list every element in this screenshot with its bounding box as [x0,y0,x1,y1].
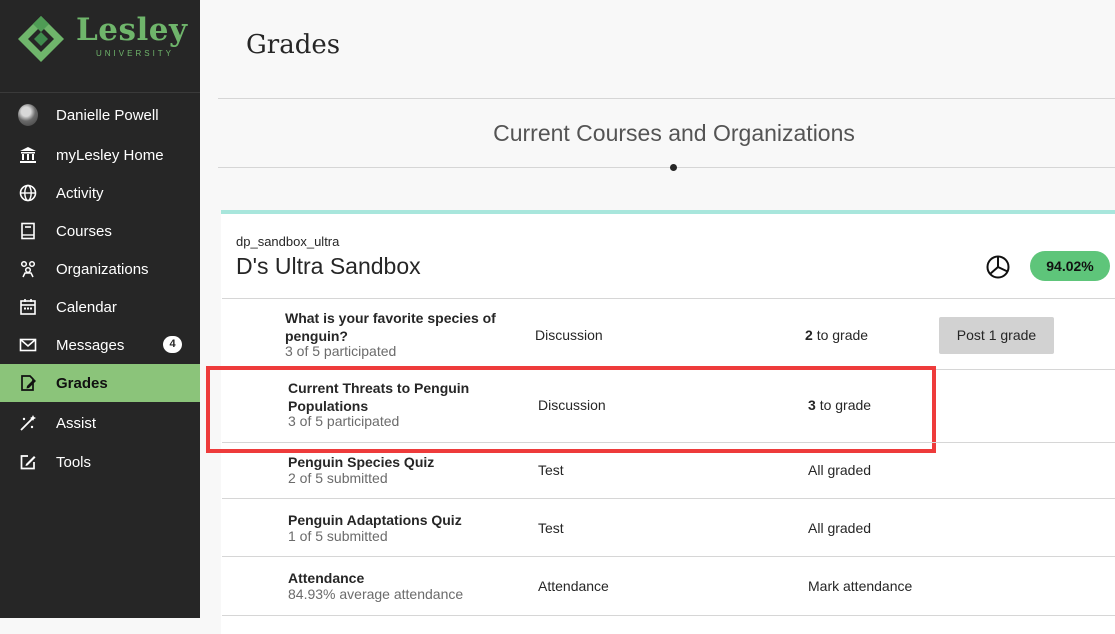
lesley-logo[interactable]: Lesley UNIVERSITY [16,12,196,70]
sidebar: Lesley UNIVERSITY Danielle Powell myLesl… [0,0,200,618]
institution-icon [18,145,38,165]
sidebar-item-assist[interactable]: Assist [0,404,200,442]
section-title: Current Courses and Organizations [493,120,855,146]
sidebar-item-label: Messages [56,336,125,354]
post-grade-button[interactable]: Post 1 grade [939,317,1054,354]
grade-item-status: 2 to grade [805,327,869,343]
sidebar-item-tools[interactable]: Tools [0,443,200,481]
sidebar-item-activity[interactable]: Activity [0,174,200,212]
assist-icon [18,413,38,433]
course-id: dp_sandbox_ultra [236,234,340,249]
grades-icon [18,373,38,393]
grade-item-progress: 2 of 5 submitted [288,470,388,486]
grade-item-title[interactable]: Penguin Adaptations Quiz [288,511,462,529]
tools-icon [18,452,38,472]
sidebar-item-mylesley-home[interactable]: myLesley Home [0,136,200,174]
globe-icon [18,183,38,203]
grade-item-title[interactable]: Attendance [288,569,364,587]
avatar [18,104,38,126]
sidebar-item-label: Organizations [56,260,149,278]
envelope-icon [18,335,38,355]
sidebar-item-label: Grades [56,374,108,392]
section-divider [218,167,1115,168]
grade-item-type: Attendance [538,578,609,594]
page-indicator-dot[interactable] [670,164,677,171]
row-divider [222,556,1115,557]
sidebar-item-messages[interactable]: Messages 4 [0,326,200,364]
overall-grade-badge[interactable]: 94.02% [1030,251,1110,281]
logo-subtitle: UNIVERSITY [96,49,175,58]
header-divider [218,98,1115,99]
sidebar-item-profile[interactable]: Danielle Powell [0,96,200,134]
sidebar-item-organizations[interactable]: Organizations [0,250,200,288]
grade-item-type: Test [538,520,564,536]
row-divider [222,298,1115,299]
courses-icon [18,221,38,241]
page-title: Grades [246,30,341,60]
grade-item-status: All graded [808,520,872,536]
sidebar-item-label: Courses [56,222,112,240]
organizations-icon [18,259,38,279]
sidebar-item-label: Calendar [56,298,117,316]
lesley-logo-mark-icon [18,16,64,62]
messages-count-badge: 4 [163,336,182,353]
sidebar-divider [0,92,200,93]
grade-item-progress: 1 of 5 submitted [288,528,388,544]
sidebar-item-courses[interactable]: Courses [0,212,200,250]
calendar-icon [18,297,38,317]
row-divider [222,615,1115,616]
sidebar-item-label: myLesley Home [56,146,164,164]
grade-item-progress: 3 of 5 participated [285,343,397,359]
highlight-box [206,366,936,453]
grade-item-title[interactable]: What is your favorite species of penguin… [285,309,515,345]
logo-name: Lesley [76,12,188,48]
row-divider [222,498,1115,499]
grade-pie-chart-icon[interactable] [985,254,1011,280]
sidebar-item-calendar[interactable]: Calendar [0,288,200,326]
grade-item-progress: 84.93% average attendance [288,586,464,602]
sidebar-item-label: Assist [56,414,97,432]
grade-item-status[interactable]: Mark attendance [808,578,912,594]
sidebar-item-label: Danielle Powell [56,106,159,124]
grade-item-type: Discussion [535,327,603,343]
grade-item-status: All graded [808,462,872,478]
sidebar-item-label: Activity [56,184,104,202]
sidebar-item-grades[interactable]: Grades [0,364,200,402]
grade-item-type: Test [538,462,564,478]
grade-item-title[interactable]: Penguin Species Quiz [288,453,434,471]
row-divider [222,442,1115,443]
sidebar-item-label: Tools [56,453,92,471]
course-name[interactable]: D's Ultra Sandbox [236,253,421,280]
